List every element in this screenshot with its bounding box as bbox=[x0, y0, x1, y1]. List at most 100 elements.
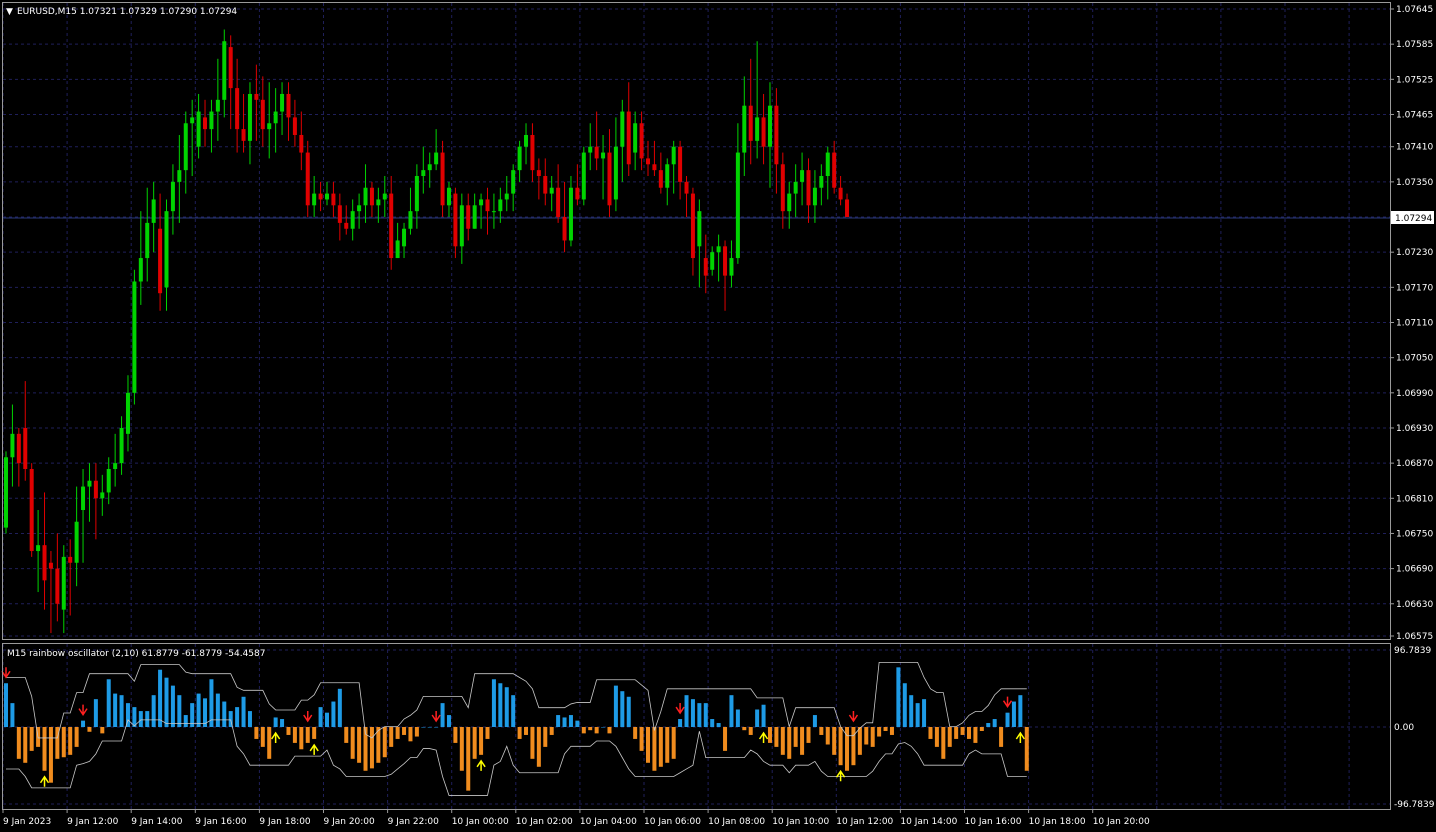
candle-body bbox=[601, 152, 606, 159]
osc-bar bbox=[1005, 712, 1010, 727]
osc-bar bbox=[941, 727, 946, 759]
candle-body bbox=[16, 433, 21, 464]
candle-body bbox=[453, 193, 458, 247]
osc-bar bbox=[247, 711, 252, 727]
candle-body bbox=[729, 258, 734, 276]
candle-body bbox=[183, 123, 188, 171]
candle[interactable] bbox=[132, 269, 137, 405]
chart-menu-arrow[interactable]: ▼ bbox=[6, 7, 13, 17]
candle-body bbox=[382, 193, 387, 200]
price-axis-label: 1.06990 bbox=[1396, 389, 1433, 399]
osc-bar bbox=[427, 727, 432, 728]
candle-body bbox=[440, 152, 445, 206]
osc-bar bbox=[742, 727, 747, 731]
osc-bar bbox=[524, 727, 529, 735]
osc-bar bbox=[806, 727, 811, 743]
candle-body bbox=[652, 164, 657, 171]
osc-bar bbox=[325, 712, 329, 727]
candle-body bbox=[222, 41, 227, 100]
osc-bar bbox=[337, 688, 342, 727]
price-axis-label: 1.06630 bbox=[1396, 600, 1433, 610]
candle-body bbox=[209, 111, 214, 130]
osc-bar bbox=[986, 723, 991, 727]
candle-body bbox=[504, 193, 509, 200]
candle-body bbox=[530, 134, 535, 171]
price-axis-label: 1.06690 bbox=[1396, 565, 1433, 575]
candle-body bbox=[588, 146, 593, 153]
osc-bar bbox=[594, 727, 599, 734]
osc-bar bbox=[915, 703, 920, 727]
candle[interactable] bbox=[29, 463, 34, 557]
candle-body bbox=[119, 427, 124, 464]
osc-bar bbox=[61, 727, 66, 758]
osc-bar bbox=[601, 727, 606, 728]
candle-body bbox=[61, 556, 66, 610]
osc-bar bbox=[607, 727, 612, 734]
candle-body bbox=[832, 152, 837, 188]
time-axis-label: 9 Jan 22:00 bbox=[388, 817, 440, 827]
candle-body bbox=[536, 170, 541, 177]
osc-bar bbox=[292, 727, 297, 743]
osc-bar bbox=[93, 699, 98, 727]
chart-canvas[interactable]: ▼ EURUSD,M15 1.07321 1.07329 1.07290 1.0… bbox=[0, 0, 1436, 832]
osc-bar bbox=[543, 727, 548, 747]
candle-body bbox=[215, 99, 220, 112]
candle-body bbox=[646, 158, 650, 165]
price-axis-label: 1.07410 bbox=[1396, 143, 1433, 153]
candle-body bbox=[800, 170, 805, 182]
osc-bar bbox=[382, 727, 387, 758]
candle-body bbox=[767, 105, 772, 147]
osc-bar bbox=[889, 727, 894, 735]
osc-bar bbox=[1024, 727, 1029, 771]
osc-bar bbox=[832, 727, 837, 755]
osc-bar bbox=[164, 677, 169, 727]
osc-bar bbox=[119, 695, 124, 727]
time-axis-label: 9 Jan 20:00 bbox=[324, 817, 376, 827]
osc-bar bbox=[254, 727, 259, 739]
candle-body bbox=[549, 187, 554, 194]
price-axis-label: 1.06930 bbox=[1396, 424, 1433, 434]
chart-symbol-title: EURUSD,M15 1.07321 1.07329 1.07290 1.072… bbox=[17, 7, 237, 17]
candle-body bbox=[305, 152, 310, 206]
osc-bar bbox=[81, 720, 86, 727]
osc-bar bbox=[318, 707, 323, 727]
candle-body bbox=[485, 199, 490, 212]
candle-body bbox=[331, 193, 336, 206]
indicator-title: M15 rainbow oscillator (2,10) 61.8779 -6… bbox=[7, 649, 266, 659]
osc-bar bbox=[857, 727, 862, 755]
osc-bar bbox=[10, 703, 15, 727]
osc-bar bbox=[48, 727, 53, 783]
indicator-axis-label: -96.7839 bbox=[1394, 800, 1435, 810]
candle-body bbox=[235, 88, 240, 130]
candle-body bbox=[74, 521, 79, 563]
osc-bar bbox=[369, 727, 374, 769]
candle-body bbox=[613, 146, 618, 200]
price-axis-label: 1.07110 bbox=[1396, 319, 1433, 329]
candle-body bbox=[106, 468, 111, 493]
osc-bar bbox=[530, 727, 535, 759]
candle-body bbox=[812, 187, 817, 206]
osc-bar bbox=[389, 727, 394, 747]
osc-bar bbox=[780, 727, 785, 755]
osc-bar bbox=[138, 711, 143, 727]
osc-bar bbox=[267, 727, 272, 759]
candle[interactable] bbox=[4, 451, 8, 534]
osc-bar bbox=[466, 727, 471, 791]
osc-bar bbox=[896, 667, 901, 727]
candle-body bbox=[228, 47, 233, 89]
osc-bar bbox=[453, 727, 458, 743]
indicator-axis-label: 96.7839 bbox=[1394, 646, 1431, 656]
candle-body bbox=[337, 205, 342, 223]
osc-bar bbox=[305, 727, 310, 743]
candle-body bbox=[793, 181, 798, 194]
osc-bar bbox=[87, 727, 92, 732]
candle-body bbox=[678, 146, 683, 182]
osc-bar bbox=[421, 727, 426, 728]
candle-body bbox=[170, 181, 175, 212]
candle-body bbox=[363, 187, 368, 206]
candle-body bbox=[273, 111, 278, 124]
candle-body bbox=[177, 170, 182, 182]
candle-body bbox=[511, 170, 516, 194]
candle[interactable] bbox=[581, 146, 586, 206]
candle-body bbox=[671, 146, 676, 165]
